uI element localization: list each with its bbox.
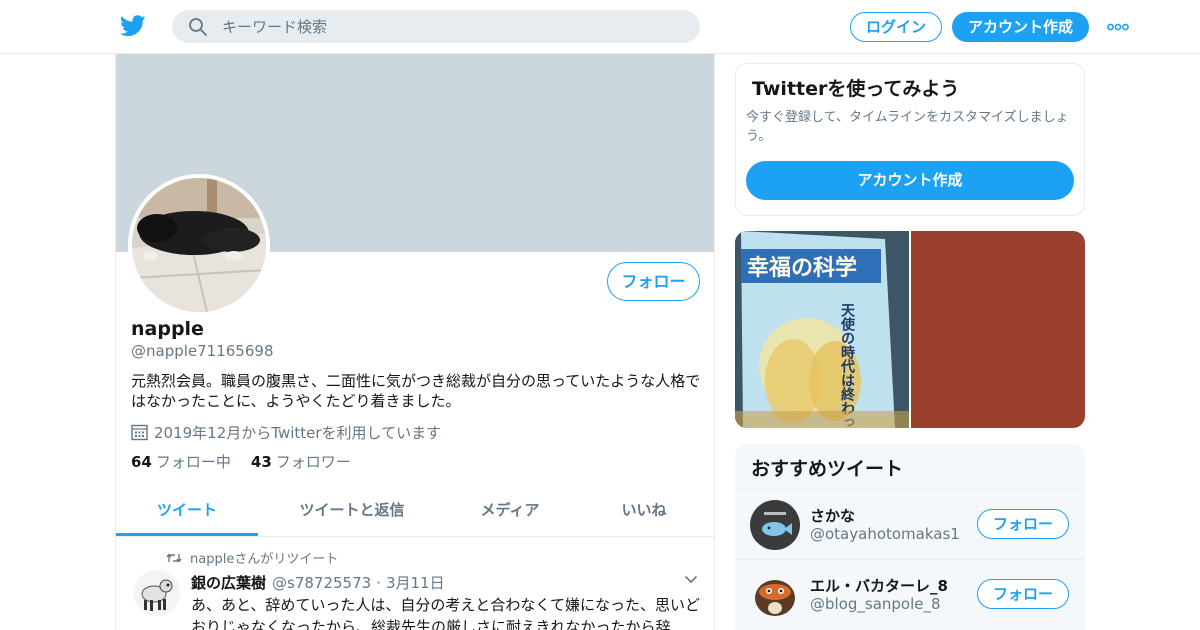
tab-tweets-and-replies[interactable]: ツイートと返信: [258, 489, 446, 536]
followers-count: 43: [250, 453, 272, 471]
chevron-down-icon[interactable]: [684, 574, 698, 584]
twitter-bird-icon[interactable]: [120, 14, 146, 38]
cartoon-avatar-icon: [750, 570, 800, 620]
profile-handle[interactable]: @napple71165698: [131, 342, 274, 360]
media-preview-grid: 幸福の科学 天使の時代は終わった: [735, 231, 1085, 428]
recommended-handle[interactable]: @otayahotomakas1: [810, 525, 960, 543]
followers-label: フォロワー: [275, 453, 351, 471]
magazine-title: 幸福の科学: [747, 255, 857, 281]
tweet-author-name[interactable]: 銀の広葉樹: [191, 572, 266, 593]
search-icon: [189, 18, 207, 36]
recommended-name[interactable]: さかな: [810, 505, 855, 526]
follow-button[interactable]: フォロー: [607, 262, 700, 301]
magazine-headline: 天使の時代は終わった: [839, 303, 856, 428]
recommended-accounts: おすすめツイート さかな @otayahotomakas1 フォロー エル・バカ…: [735, 444, 1085, 630]
login-button[interactable]: ログイン: [850, 12, 942, 42]
tweet-separator: ·: [376, 574, 381, 592]
top-navigation-bar: ログイン アカウント作成: [0, 0, 1200, 54]
signup-card-title: Twitterを使ってみよう: [752, 78, 960, 100]
profile-stats: 64 フォロー中 43 フォロワー: [131, 451, 371, 472]
tab-tweets[interactable]: ツイート: [116, 489, 258, 536]
recommended-name[interactable]: エル・バカターレ_8: [810, 575, 948, 596]
following-stat[interactable]: 64 フォロー中: [131, 451, 231, 472]
recommended-item[interactable]: さかな @otayahotomakas1 フォロー: [735, 489, 1085, 559]
fish-avatar-icon: [750, 500, 800, 550]
robot-dog-image: [134, 570, 180, 616]
retweet-context-text[interactable]: nappleさんがリツイート: [190, 548, 338, 567]
profile-name: napple: [131, 318, 204, 340]
avatar-photo: [132, 178, 266, 312]
profile-bio: 元熱烈会員。職員の腹黒さ、二面性に気がつき総裁が自分の思っていたような人格ではな…: [131, 372, 701, 410]
more-dots-icon[interactable]: [1107, 23, 1129, 31]
retweet-context: nappleさんがリツイート: [166, 548, 338, 567]
tweet-text: あ、あと、辞めていった人は、自分の考えと合わなくて嫌になった、思いどおりじゃなく…: [191, 596, 700, 630]
recommended-item[interactable]: エル・バカターレ_8 @blog_sanpole_8 フォロー: [735, 559, 1085, 629]
recommended-handle[interactable]: @blog_sanpole_8: [810, 595, 941, 613]
tab-media[interactable]: メディア: [446, 489, 574, 536]
search-box[interactable]: [172, 10, 700, 43]
recommended-follow-button[interactable]: フォロー: [977, 579, 1069, 609]
tweet-date[interactable]: 3月11日: [386, 572, 445, 593]
following-label: フォロー中: [155, 453, 231, 471]
recommended-follow-button[interactable]: フォロー: [977, 509, 1069, 539]
tweet-author-handle[interactable]: @s78725573: [272, 574, 371, 592]
recommended-avatar[interactable]: [750, 500, 800, 550]
search-input[interactable]: [222, 10, 682, 43]
signup-card-text: 今すぐ登録して、タイムラインをカスタマイズしましょう。: [746, 110, 1069, 144]
signup-card-button[interactable]: アカウント作成: [746, 161, 1074, 200]
joined-date: 2019年12月からTwitterを利用しています: [131, 422, 441, 443]
recommended-title: おすすめツイート: [751, 458, 904, 480]
profile-tabs: ツイート ツイートと返信 メディア いいね: [116, 489, 714, 537]
joined-text: 2019年12月からTwitterを利用しています: [154, 424, 442, 442]
media-thumbnail-2[interactable]: [911, 231, 1085, 428]
media-thumbnail-1[interactable]: 幸福の科学 天使の時代は終わった: [735, 231, 909, 428]
tweet-header: 銀の広葉樹 @s78725573 · 3月11日: [191, 572, 445, 593]
followers-stat[interactable]: 43 フォロワー: [251, 451, 351, 472]
profile-column: フォロー napple @napple71165698 元熱烈会員。職員の腹黒さ…: [115, 54, 715, 630]
recommended-avatar[interactable]: [750, 570, 800, 620]
signup-button[interactable]: アカウント作成: [952, 12, 1089, 42]
profile-avatar[interactable]: [128, 174, 270, 316]
following-count: 64: [131, 453, 152, 471]
signup-card: Twitterを使ってみよう 今すぐ登録して、タイムラインをカスタマイズしましょ…: [735, 63, 1085, 216]
tab-likes[interactable]: いいね: [574, 489, 714, 536]
tweet-author-avatar[interactable]: [134, 570, 180, 616]
magazine-cover-image: 幸福の科学 天使の時代は終わった: [735, 231, 909, 428]
calendar-icon: [131, 424, 148, 441]
retweet-icon: [166, 552, 182, 563]
